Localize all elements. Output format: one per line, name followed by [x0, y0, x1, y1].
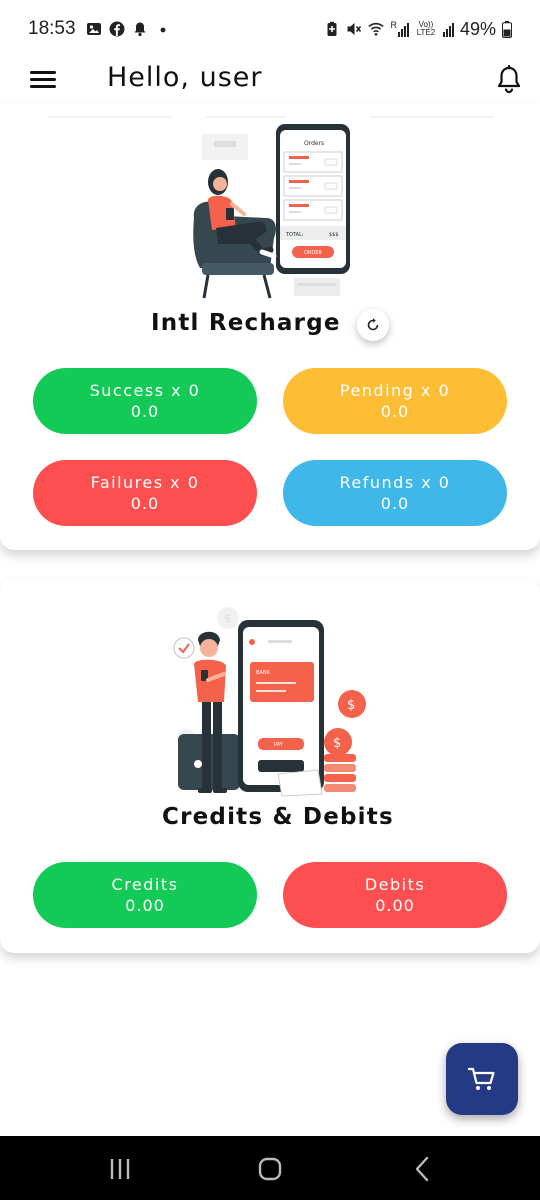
status-right-icons: R Vo)) LTE2 49% [324, 19, 512, 40]
stat-value: 0.00 [125, 895, 165, 915]
credits-debits-title: Credits & Debits [162, 804, 394, 830]
image-icon [86, 23, 101, 35]
divider [48, 116, 172, 118]
stat-label: Credits [111, 874, 179, 894]
volte-lte2-icon: Vo)) LTE2 [416, 20, 436, 37]
debits-stat-button[interactable]: Debits 0.00 [283, 862, 507, 928]
recent-apps-icon[interactable] [105, 1154, 135, 1184]
status-left-icons [86, 21, 171, 37]
divider [370, 116, 494, 118]
total-label: TOTAL: [285, 232, 304, 238]
notification-bell-icon [134, 22, 146, 37]
stat-value: 0.0 [380, 493, 410, 513]
orders-title: Orders [304, 140, 324, 147]
pay-label: PAY [274, 742, 284, 748]
intl-recharge-title: Intl Recharge [151, 310, 341, 336]
credits-stat-button[interactable]: Credits 0.00 [33, 862, 257, 928]
refresh-icon [367, 318, 379, 331]
mute-icon [347, 23, 362, 35]
stat-value: 0.0 [380, 401, 410, 421]
stat-label: Debits [364, 874, 426, 894]
stat-label: Failures x 0 [90, 472, 200, 492]
svg-text:$: $ [224, 612, 231, 625]
back-icon[interactable] [408, 1154, 438, 1184]
app-bar: Hello, user [0, 58, 540, 104]
roaming-label: R [390, 20, 397, 30]
hamburger-menu-icon[interactable] [30, 68, 56, 92]
battery-percent: 49% [459, 18, 496, 39]
stat-value: 0.00 [375, 895, 415, 915]
page-title: Hello, user [107, 62, 263, 93]
credits-debits-card: $ BANK PAY $ $ Credits & Debits Credits … [0, 578, 540, 953]
cart-fab-button[interactable] [446, 1043, 518, 1115]
status-time: 18:53 [28, 18, 76, 39]
order-button-label: ORDER [304, 250, 322, 256]
pending-stat-button[interactable]: Pending x 0 0.0 [283, 368, 507, 434]
refresh-button[interactable] [357, 309, 389, 341]
stat-label: Pending x 0 [339, 380, 451, 400]
svg-text:$: $ [333, 736, 341, 751]
home-icon[interactable] [255, 1154, 285, 1184]
refunds-stat-button[interactable]: Refunds x 0 0.0 [283, 460, 507, 526]
status-bar: 18:53 R Vo)) LTE2 49% [0, 0, 540, 58]
stat-value: 0.0 [130, 401, 160, 421]
recharge-illustration: Orders TOTAL: $$$ ORDER [193, 124, 350, 299]
bell-icon[interactable] [493, 64, 525, 96]
shopping-cart-icon [467, 1067, 495, 1090]
wifi-icon [368, 22, 385, 36]
battery-icon [502, 20, 512, 38]
total-value: $$$ [329, 232, 339, 238]
battery-saver-icon [327, 21, 337, 36]
facebook-icon [109, 21, 125, 37]
stat-label: Refunds x 0 [339, 472, 451, 492]
signal-icon [442, 21, 454, 37]
stat-value: 0.0 [130, 493, 160, 513]
intl-recharge-card: Orders TOTAL: $$$ ORDER Intl Recharge Su… [0, 104, 540, 550]
signal-r-icon: R [390, 21, 409, 37]
stat-label: Success x 0 [89, 380, 201, 400]
failures-stat-button[interactable]: Failures x 0 0.0 [33, 460, 257, 526]
dot-icon [160, 27, 165, 33]
payment-illustration: $ BANK PAY $ $ [173, 607, 366, 797]
card-label: BANK [256, 670, 271, 676]
svg-text:$: $ [347, 698, 355, 713]
success-stat-button[interactable]: Success x 0 0.0 [33, 368, 257, 434]
system-navigation-bar [0, 1136, 540, 1200]
